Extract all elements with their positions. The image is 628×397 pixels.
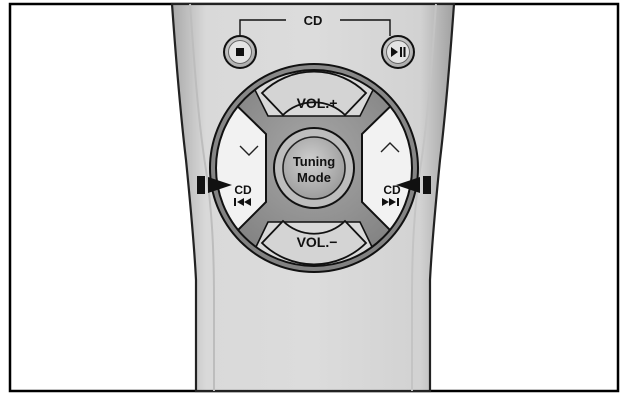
tuning-mode-line1: Tuning (293, 154, 335, 169)
remote-illustration: CD VOL.+ VOL.− Tuning Mode CD CD (8, 2, 620, 393)
stop-button[interactable] (223, 35, 257, 69)
remote-diagram: CD VOL.+ VOL.− Tuning Mode CD CD (0, 0, 628, 397)
vol-down-label: VOL.− (297, 234, 338, 250)
tuning-mode-button[interactable]: Tuning Mode (273, 127, 355, 209)
tuning-mode-line2: Mode (297, 170, 331, 185)
stop-icon (236, 48, 244, 56)
left-cd-label: CD (234, 183, 252, 197)
play-pause-button[interactable] (381, 35, 415, 69)
vol-up-label: VOL.+ (297, 95, 338, 111)
cd-group-label: CD (304, 13, 323, 28)
